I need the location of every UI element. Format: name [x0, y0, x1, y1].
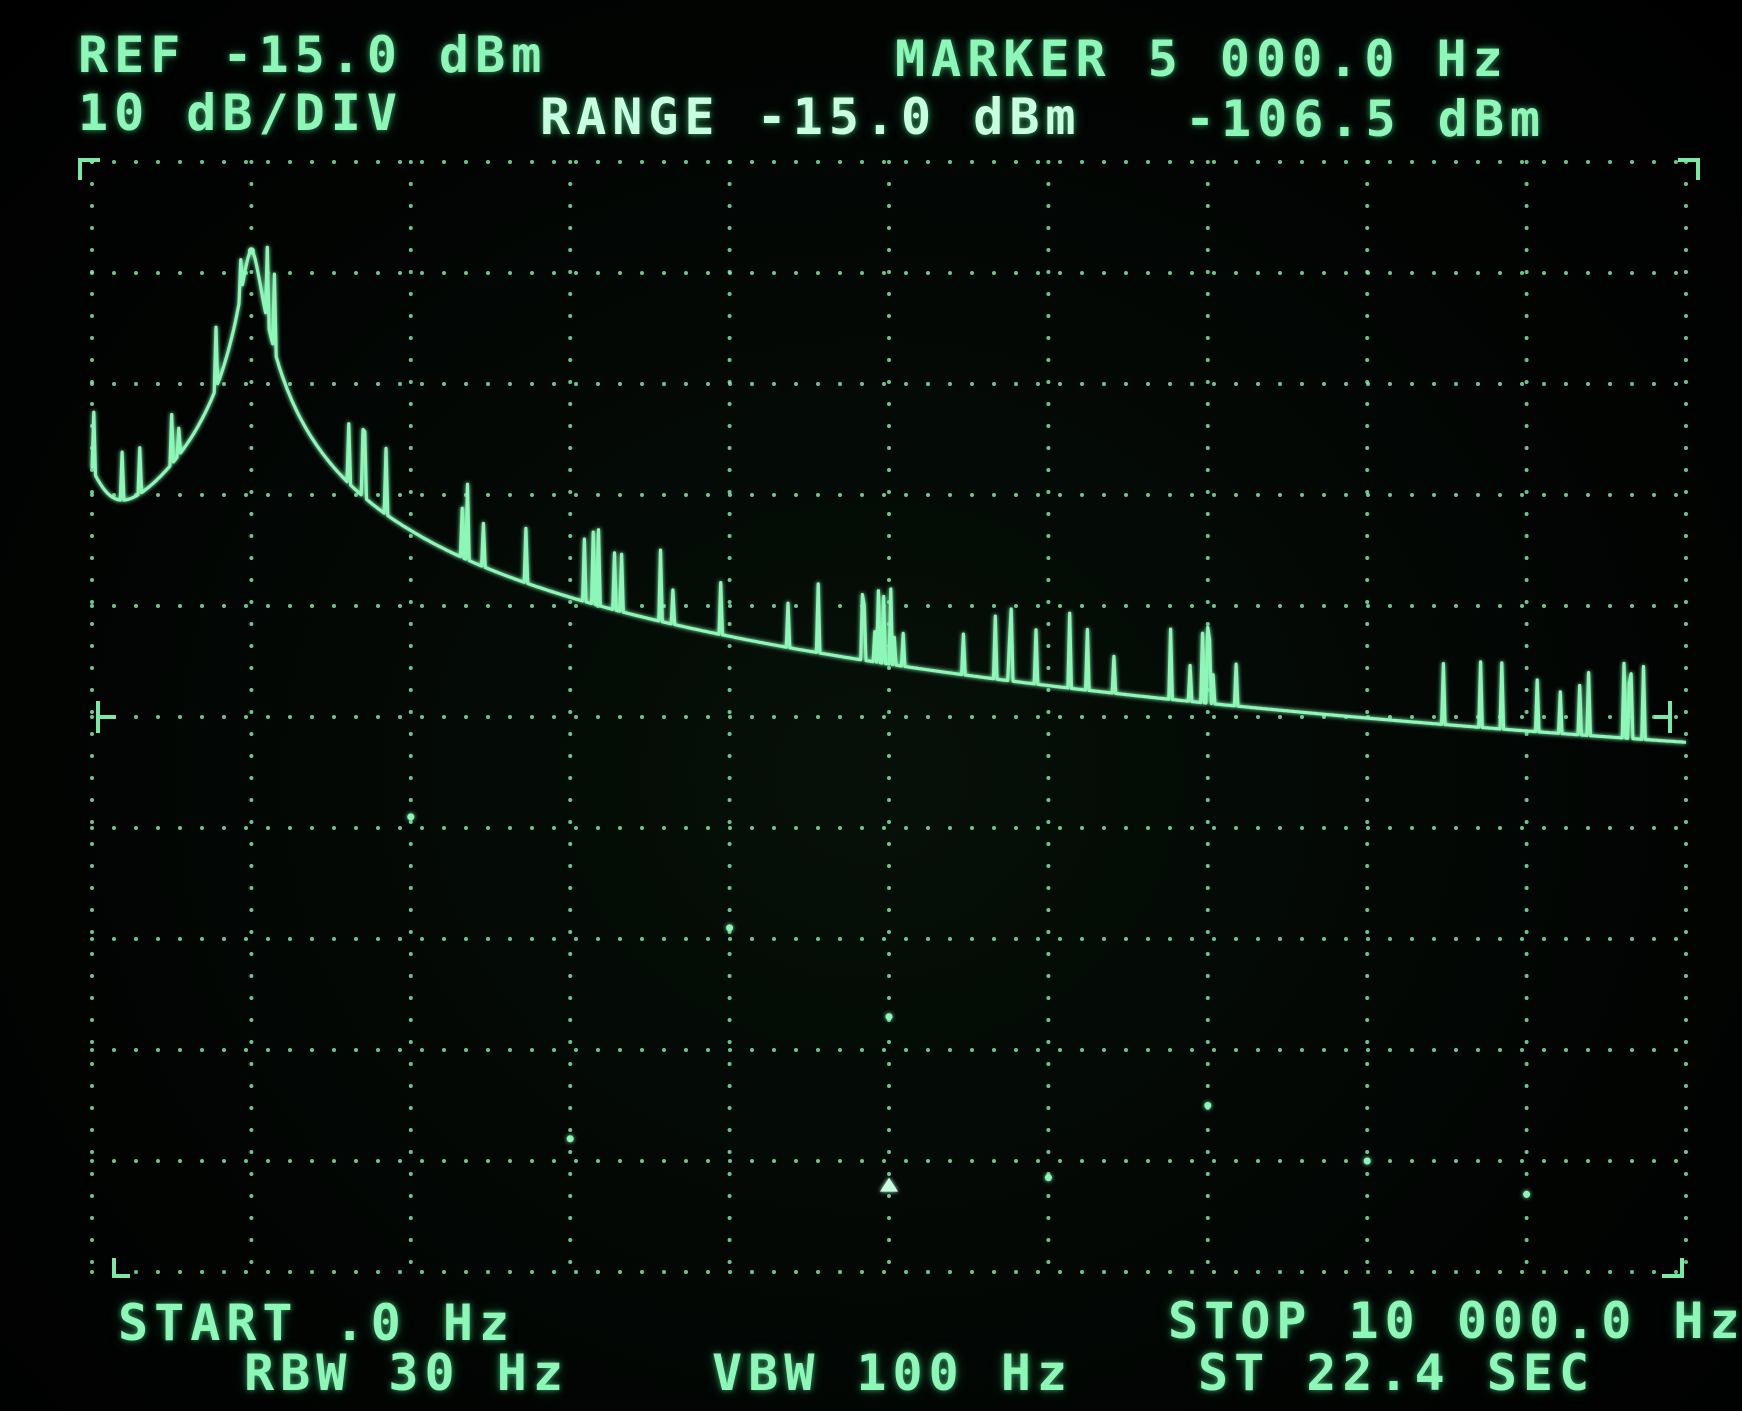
harmonic-peak-point	[1523, 1190, 1531, 1198]
harmonic-peak-point	[1204, 1102, 1212, 1109]
trace-layer	[90, 245, 1687, 1198]
range-readout: RANGE -15.0 dBm	[540, 88, 1082, 146]
vbw-readout: VBW 100 Hz	[712, 1344, 1074, 1402]
corner-bracket-bottom-right	[1662, 1258, 1684, 1278]
marker-level-readout: -106.5 dBm	[1185, 90, 1547, 148]
harmonic-peak-point	[1044, 1174, 1052, 1182]
marker-indicator	[880, 1177, 898, 1192]
reference-tick-right	[1654, 701, 1672, 733]
harmonic-peak-point	[566, 1135, 574, 1143]
harmonic-peak-point	[1363, 1157, 1371, 1165]
spectrum-plot	[78, 158, 1700, 1278]
corner-bracket-bottom-left	[112, 1258, 130, 1278]
sweep-time-readout: ST 22.4 SEC	[1198, 1344, 1596, 1402]
stop-frequency-readout: STOP 10 000.0 Hz	[1168, 1292, 1742, 1350]
harmonic-peak-point	[885, 1013, 893, 1021]
reference-tick-left	[96, 701, 116, 733]
ref-level-readout: REF -15.0 dBm	[78, 26, 548, 84]
marker-frequency-readout: MARKER 5 000.0 Hz	[895, 30, 1509, 88]
analyzer-screen: REF -15.0 dBm 10 dB/DIV RANGE -15.0 dBm …	[0, 0, 1742, 1411]
graticule	[78, 158, 1700, 1278]
start-frequency-readout: START .0 Hz	[118, 1294, 516, 1352]
scale-readout: 10 dB/DIV	[78, 84, 403, 142]
corner-bracket-top-left	[78, 158, 100, 180]
corner-bracket-top-right	[1678, 158, 1700, 180]
rbw-readout: RBW 30 Hz	[244, 1344, 569, 1402]
harmonic-peak-point	[247, 247, 255, 255]
harmonic-peak-point	[407, 813, 415, 821]
harmonic-peak-point	[726, 924, 734, 932]
